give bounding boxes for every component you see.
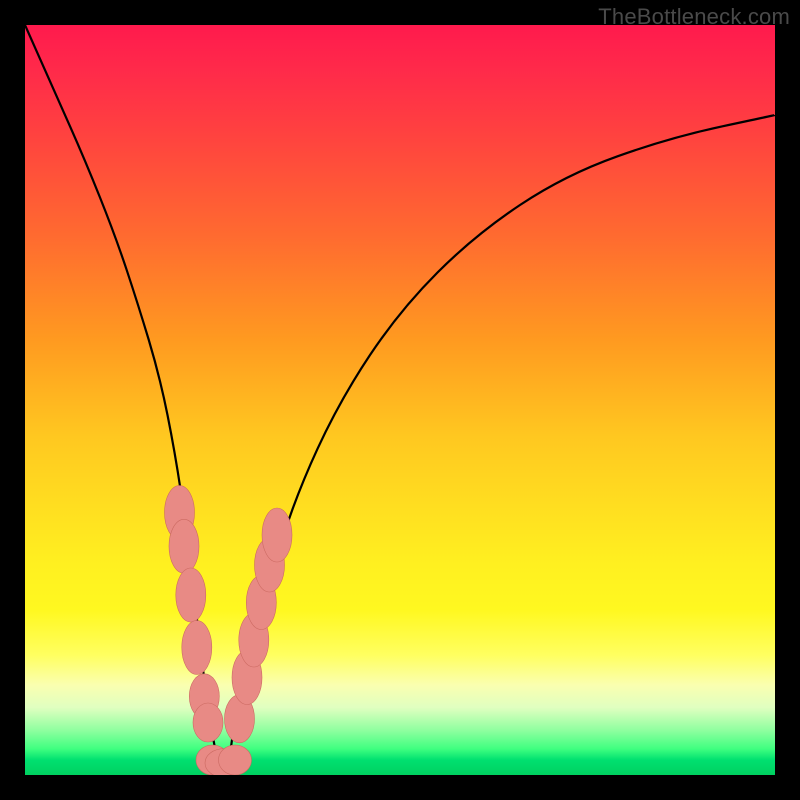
curve-marker	[176, 568, 206, 622]
plot-area	[25, 25, 775, 775]
curve-marker	[262, 508, 292, 562]
curve-markers	[165, 486, 293, 776]
curve-marker	[219, 745, 252, 775]
watermark-text: TheBottleneck.com	[598, 4, 790, 30]
curve-layer	[25, 25, 775, 775]
curve-marker	[193, 703, 223, 742]
curve-marker	[182, 621, 212, 675]
curve-marker	[169, 519, 199, 573]
bottleneck-curve	[25, 25, 775, 775]
chart-frame: TheBottleneck.com	[0, 0, 800, 800]
